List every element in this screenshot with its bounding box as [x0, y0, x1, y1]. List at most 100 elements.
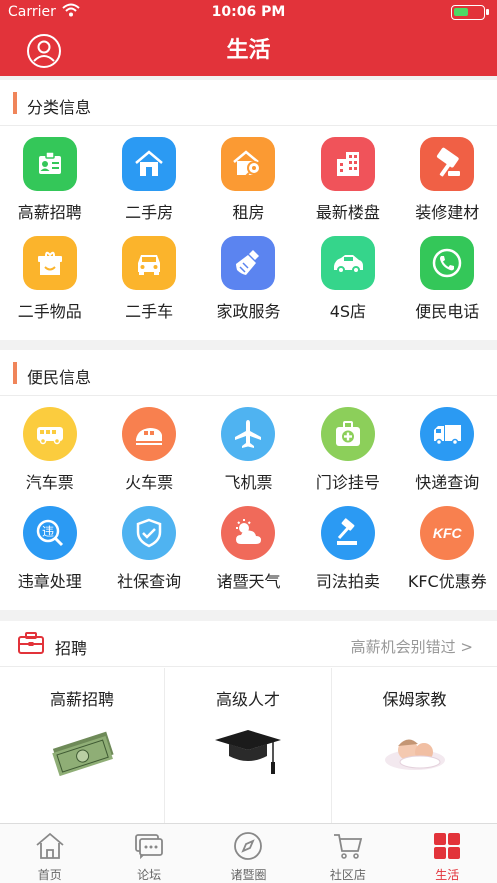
recruitment-section: 招聘 高薪机会别错过 > 高薪招聘 高级人才 保姆家教 — [0, 621, 497, 823]
classified-section: 分类信息 高薪招聘 二手房 租房 最新楼盘 装修建材 二手物品 二手车 家政服务… — [0, 80, 497, 340]
cart-icon — [333, 834, 363, 859]
grid-item-label: 门诊挂号 — [315, 473, 380, 492]
grid-item-label: 便民电话 — [415, 302, 480, 321]
shield-check-icon — [122, 506, 177, 560]
tab-label: 首页 — [37, 868, 62, 882]
tab-label: 论坛 — [137, 868, 162, 882]
convenience-header: 便民信息 — [0, 350, 497, 396]
grid-item-train-ticket[interactable]: 火车票 — [99, 407, 198, 493]
grid-item-recruit[interactable]: 高薪招聘 — [0, 137, 99, 223]
grid-item-weather[interactable]: 诸暨天气 — [199, 506, 298, 592]
paint-roller-icon — [420, 137, 475, 191]
classified-title: 分类信息 — [27, 98, 92, 117]
home-icon — [36, 832, 64, 859]
recruit-card-high-salary[interactable]: 高薪招聘 — [0, 668, 165, 823]
grid-icon — [434, 833, 461, 859]
compass-icon — [234, 832, 263, 860]
tab-life[interactable]: 生活 — [398, 824, 497, 883]
car-front-icon — [122, 236, 177, 290]
status-bar: Carrier 10:06 PM — [0, 0, 497, 24]
grid-item-kfc-coupon[interactable]: KFC KFC优惠券 — [398, 506, 497, 592]
grid-item-judicial-auction[interactable]: 司法拍卖 — [298, 506, 397, 592]
grid-item-label: 飞机票 — [224, 473, 273, 492]
status-time: 10:06 PM — [211, 4, 286, 20]
tab-label: 生活 — [435, 868, 460, 882]
grid-item-bus-ticket[interactable]: 汽车票 — [0, 407, 99, 493]
grid-item-housekeeping[interactable]: 家政服务 — [199, 236, 298, 322]
recruit-card-label: 保姆家教 — [382, 690, 447, 709]
page-title: 生活 — [226, 38, 271, 63]
chat-icon — [135, 834, 163, 860]
graduation-cap-image — [215, 730, 281, 774]
weather-icon — [221, 506, 276, 560]
grid-item-violation[interactable]: 违 违章处理 — [0, 506, 99, 592]
grid-item-label: 火车票 — [125, 473, 174, 492]
tab-zhuji-circle[interactable]: 诸暨圈 — [199, 824, 298, 883]
recruitment-title: 招聘 — [55, 639, 88, 658]
grid-item-label: 最新楼盘 — [315, 203, 380, 222]
grid-item-label: 装修建材 — [415, 203, 480, 222]
grid-item-second-hand-goods[interactable]: 二手物品 — [0, 236, 99, 322]
train-icon — [122, 407, 177, 461]
recruitment-more-link[interactable]: 高薪机会别错过 > — [351, 636, 473, 657]
phone-icon — [420, 236, 475, 290]
grid-item-hotline[interactable]: 便民电话 — [398, 236, 497, 322]
grid-item-4s-store[interactable]: 4S店 — [298, 236, 397, 322]
airplane-icon — [221, 407, 276, 461]
grid-item-decoration[interactable]: 装修建材 — [398, 137, 497, 223]
baby-image — [384, 739, 445, 770]
tab-community-store[interactable]: 社区店 — [298, 824, 397, 883]
grid-item-label: 司法拍卖 — [315, 572, 380, 591]
grid-item-label: 家政服务 — [216, 302, 281, 321]
grid-item-label: 二手车 — [125, 302, 174, 321]
grid-item-label: KFC优惠券 — [407, 572, 487, 591]
grid-item-rent[interactable]: 租房 — [199, 137, 298, 223]
tab-label: 社区店 — [329, 868, 366, 882]
bus-icon — [22, 407, 77, 461]
gift-box-icon — [22, 236, 77, 290]
convenience-title: 便民信息 — [27, 368, 92, 387]
truck-icon — [420, 407, 475, 461]
recruit-card-nanny-tutor[interactable]: 保姆家教 — [332, 668, 497, 823]
grid-item-air-ticket[interactable]: 飞机票 — [199, 407, 298, 493]
briefcase-icon — [18, 632, 44, 654]
recruit-card-label: 高级人才 — [215, 690, 280, 709]
grid-item-social-security[interactable]: 社保查询 — [99, 506, 198, 592]
grid-item-label: 诸暨天气 — [216, 572, 281, 591]
grid-item-label: 租房 — [232, 203, 265, 222]
grid-item-label: 汽车票 — [25, 473, 74, 492]
grid-item-second-hand-car[interactable]: 二手车 — [99, 236, 198, 322]
tab-forum[interactable]: 论坛 — [99, 824, 198, 883]
tab-bar: 首页 论坛 诸暨圈 社区店 生活 — [0, 823, 497, 883]
grid-item-label: 快递查询 — [415, 473, 480, 492]
grid-item-new-buildings[interactable]: 最新楼盘 — [298, 137, 397, 223]
house-key-icon — [221, 137, 276, 191]
recruitment-header[interactable]: 招聘 高薪机会别错过 > — [0, 621, 497, 667]
buildings-icon — [320, 137, 375, 191]
grid-item-express-query[interactable]: 快递查询 — [398, 407, 497, 493]
id-card-icon — [22, 137, 77, 191]
grid-item-second-house[interactable]: 二手房 — [99, 137, 198, 223]
recruit-card-label: 高薪招聘 — [49, 690, 114, 709]
recruit-card-senior-talent[interactable]: 高级人才 — [165, 668, 332, 823]
car-icon — [320, 236, 375, 290]
tab-home[interactable]: 首页 — [0, 824, 99, 883]
classified-header: 分类信息 — [0, 80, 497, 126]
grid-item-label: 二手房 — [125, 203, 174, 222]
grid-item-label: 二手物品 — [17, 302, 82, 321]
medical-kit-icon — [320, 407, 375, 461]
convenience-section: 便民信息 汽车票 火车票 飞机票 门诊挂号 快递查询 违 违章处理 社保查询 诸… — [0, 350, 497, 610]
grid-item-label: 违章处理 — [17, 572, 82, 591]
kfc-icon: KFC — [420, 506, 475, 560]
grid-item-label: 高薪招聘 — [17, 203, 82, 222]
violation-search-icon: 违 — [22, 506, 77, 560]
gavel-icon — [320, 506, 375, 560]
broom-icon — [221, 236, 276, 290]
money-stack-image — [52, 731, 114, 777]
battery-icon — [451, 5, 489, 20]
grid-item-clinic-registration[interactable]: 门诊挂号 — [298, 407, 397, 493]
kfc-logo-text: KFC — [432, 525, 462, 541]
grid-item-label: 社保查询 — [117, 572, 182, 591]
top-bar: Carrier 10:06 PM 生活 — [0, 0, 497, 76]
section-accent-bar — [13, 362, 17, 384]
